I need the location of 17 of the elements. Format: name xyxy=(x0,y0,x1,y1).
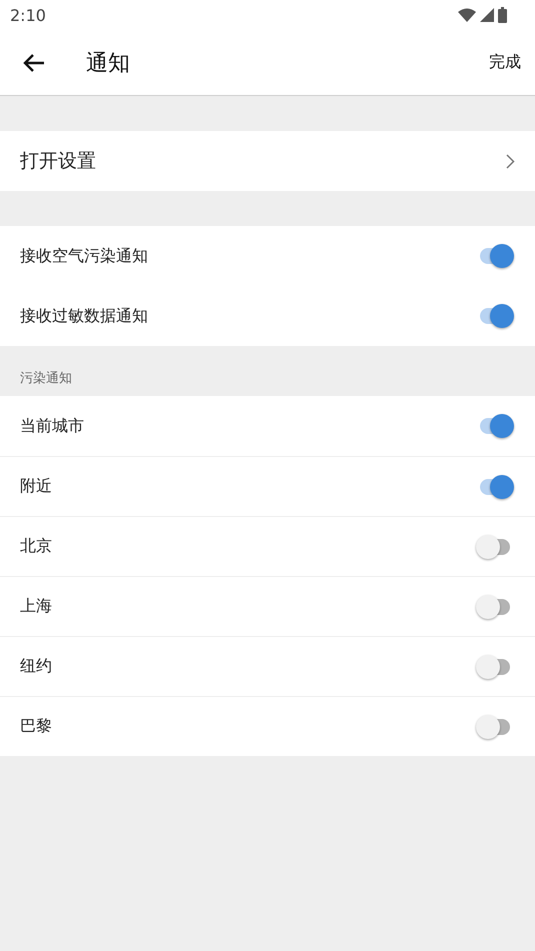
chevron-right-icon xyxy=(506,154,515,168)
page-title: 通知 xyxy=(86,50,131,78)
section-heading: 污染通知 xyxy=(20,370,72,387)
done-button[interactable]: 完成 xyxy=(489,52,521,73)
city-label: 附近 xyxy=(20,476,52,497)
city-label: 北京 xyxy=(20,536,52,557)
signal-icon xyxy=(480,8,494,22)
settings-label[interactable]: 打开设置 xyxy=(20,148,96,174)
setting-label: 接收空气污染通知 xyxy=(20,246,148,266)
wifi-icon xyxy=(458,8,476,22)
city-label: 当前城市 xyxy=(20,416,84,436)
city-label: 巴黎 xyxy=(20,716,52,737)
battery-icon xyxy=(498,7,507,23)
city-label: 纽约 xyxy=(20,656,52,677)
city-label: 上海 xyxy=(20,596,52,617)
setting-label: 接收过敏数据通知 xyxy=(20,306,148,326)
status-time: 2:10 xyxy=(10,6,46,24)
